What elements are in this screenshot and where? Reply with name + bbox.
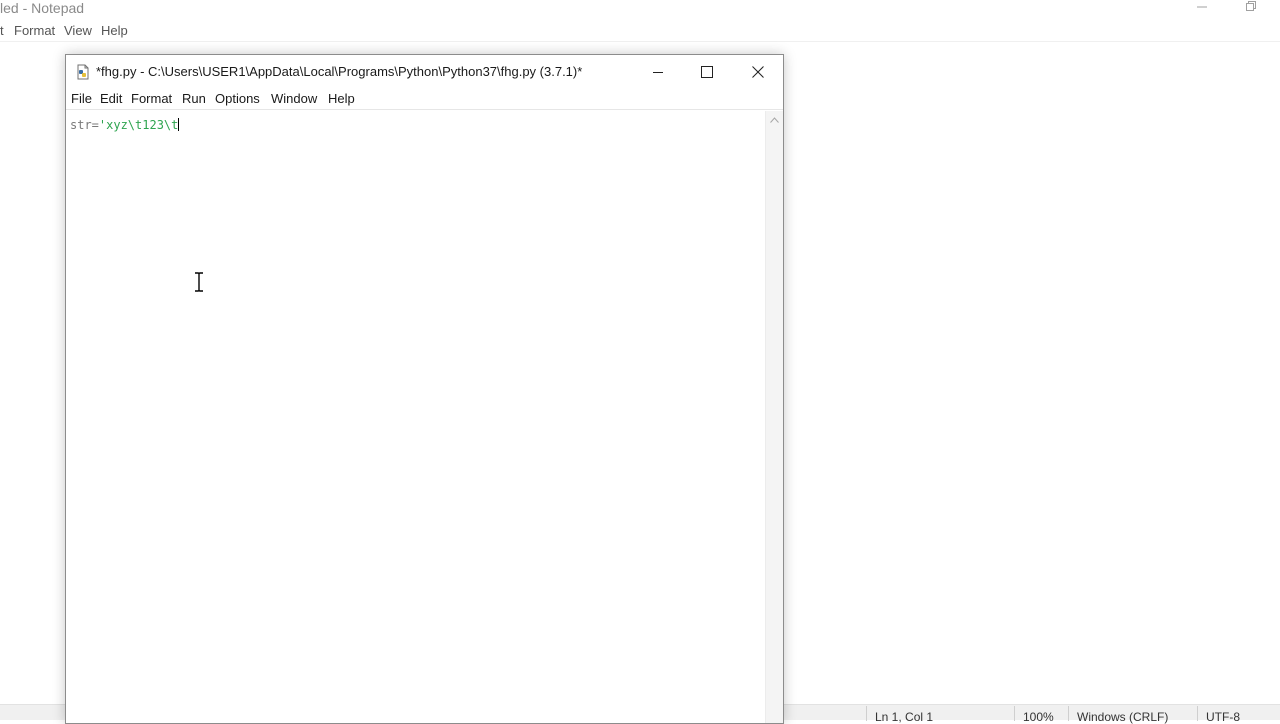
idle-titlebar[interactable]: *fhg.py - C:\Users\USER1\AppData\Local\P… <box>66 55 783 88</box>
menu-file[interactable]: File <box>71 91 92 107</box>
notepad-menu-format[interactable]: Format <box>14 23 55 39</box>
notepad-titlebar: led - Notepad <box>0 0 1280 18</box>
menu-edit[interactable]: Edit <box>100 91 122 107</box>
idle-editor-window: *fhg.py - C:\Users\USER1\AppData\Local\P… <box>65 54 784 724</box>
text-cursor-icon <box>195 272 203 292</box>
menu-run[interactable]: Run <box>182 91 206 107</box>
close-icon <box>752 65 764 78</box>
notepad-menu-view[interactable]: View <box>64 23 92 39</box>
status-zoom: 100% <box>1023 710 1054 724</box>
python-file-icon <box>77 64 89 80</box>
status-encoding: UTF-8 <box>1206 710 1240 724</box>
menu-help[interactable]: Help <box>328 91 355 107</box>
notepad-menubar: t Format View Help <box>0 20 1280 42</box>
minimize-icon <box>653 71 663 73</box>
menu-window[interactable]: Window <box>271 91 317 107</box>
status-separator <box>1014 706 1015 721</box>
menu-options[interactable]: Options <box>215 91 260 107</box>
minimize-icon <box>1197 6 1207 8</box>
idle-minimize-button[interactable] <box>635 55 681 88</box>
menu-format[interactable]: Format <box>131 91 172 107</box>
status-separator <box>1068 706 1069 721</box>
maximize-icon <box>701 65 713 78</box>
notepad-menu-help[interactable]: Help <box>101 23 128 39</box>
notepad-restore-button[interactable] <box>1228 0 1274 18</box>
idle-menubar: File Edit Format Run Options Window Help <box>66 88 783 110</box>
status-separator <box>1197 706 1198 721</box>
code-identifier: str= <box>70 118 99 132</box>
status-line-ending: Windows (CRLF) <box>1077 710 1169 724</box>
idle-maximize-button[interactable] <box>684 55 730 88</box>
notepad-minimize-button[interactable] <box>1179 0 1225 18</box>
idle-close-button[interactable] <box>735 55 781 88</box>
scroll-up-button[interactable] <box>766 111 783 128</box>
restore-icon <box>1246 1 1256 11</box>
chevron-up-icon <box>770 116 779 123</box>
code-line: str='xyz\t123\t <box>70 118 180 132</box>
code-editor[interactable]: str='xyz\t123\t <box>66 111 765 723</box>
vertical-scrollbar[interactable] <box>765 111 783 723</box>
code-string-literal: 'xyz\t123\t <box>98 118 179 132</box>
text-caret <box>178 118 180 131</box>
idle-window-title: *fhg.py - C:\Users\USER1\AppData\Local\P… <box>96 64 583 79</box>
status-position: Ln 1, Col 1 <box>875 710 934 724</box>
status-separator <box>866 706 867 721</box>
notepad-title: led - Notepad <box>0 0 85 16</box>
notepad-menu-edit[interactable]: t <box>0 23 4 39</box>
